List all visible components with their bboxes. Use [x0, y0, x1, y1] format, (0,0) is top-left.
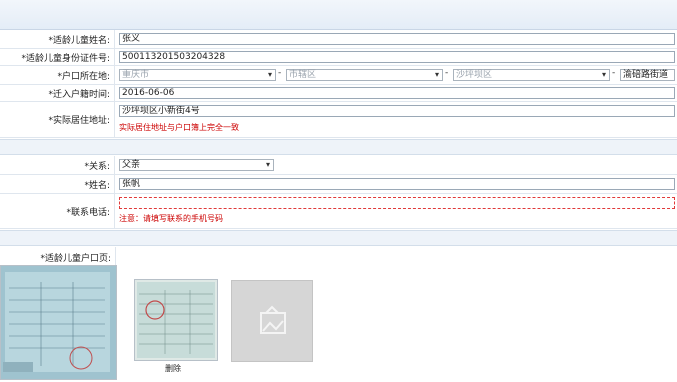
- hukou-street-value: 渝碚路街道: [623, 70, 669, 80]
- child-id-row: *适龄儿童身份证件号: 500113201503204328: [0, 49, 677, 66]
- address-label: *实际居住地址:: [0, 102, 115, 137]
- guardian-name-input[interactable]: 张帆: [119, 178, 675, 190]
- chevron-down-icon: ▾: [601, 70, 606, 79]
- child-name-row: *适龄儿童姓名: 张义: [0, 30, 677, 49]
- guardian-name-label: *姓名:: [0, 175, 115, 193]
- guardian-name-row: *姓名: 张帆: [0, 175, 677, 194]
- hukou-district-value: 市辖区: [289, 70, 317, 80]
- hukou-city-value: 重庆市: [122, 70, 150, 80]
- separator-dash: -: [445, 68, 449, 78]
- phone-hint: 注意：请填写联系的手机号码: [119, 214, 223, 223]
- phone-input[interactable]: [119, 197, 675, 209]
- uploaded-thumbnail[interactable]: [134, 279, 218, 361]
- hukou-label: *户口所在地:: [0, 66, 115, 84]
- child-name-label: *适龄儿童姓名:: [0, 30, 115, 48]
- document-thumbnail-icon: [137, 282, 215, 358]
- delete-link[interactable]: 删除: [165, 363, 181, 374]
- hukou-page-preview[interactable]: [0, 265, 117, 380]
- separator-dash: -: [278, 68, 282, 78]
- address-row: *实际居住地址: 沙坪坝区小新街4号 实际居住地址与户口簿上完全一致: [0, 102, 677, 138]
- movein-row: *迁入户籍时间: 2016-06-06: [0, 85, 677, 102]
- hukou-city-select[interactable]: 重庆市 ▾: [119, 69, 276, 81]
- chevron-down-icon: ▾: [267, 70, 272, 79]
- upload-row: *适龄儿童户口页: 删除: [0, 247, 677, 380]
- phone-label: *联系电话:: [0, 194, 115, 228]
- relation-value: 父亲: [122, 160, 141, 170]
- upload-placeholder[interactable]: [231, 280, 313, 362]
- relation-label: *关系:: [0, 156, 115, 174]
- relation-select[interactable]: 父亲 ▾: [119, 159, 274, 171]
- movein-label: *迁入户籍时间:: [0, 85, 115, 101]
- relation-row: *关系: 父亲 ▾: [0, 156, 677, 175]
- section-separator: [0, 139, 677, 155]
- chevron-down-icon: ▾: [434, 70, 439, 79]
- hukou-street-select[interactable]: 渝碚路街道: [620, 69, 675, 81]
- address-hint: 实际居住地址与户口簿上完全一致: [119, 123, 239, 132]
- separator-dash: -: [612, 68, 616, 78]
- header-bar: [0, 0, 677, 30]
- movein-date-input[interactable]: 2016-06-06: [119, 87, 675, 99]
- section-separator: [0, 230, 677, 246]
- hukou-row: *户口所在地: 重庆市 ▾ - 市辖区 ▾ - 沙坪坝区 ▾ - 渝碚路街道: [0, 66, 677, 85]
- hukou-district-select[interactable]: 市辖区 ▾: [286, 69, 443, 81]
- image-placeholder-icon: [260, 305, 286, 334]
- document-photo-icon: [1, 266, 116, 379]
- chevron-down-icon: ▾: [265, 160, 270, 169]
- hukou-area-select[interactable]: 沙坪坝区 ▾: [453, 69, 610, 81]
- child-id-input[interactable]: 500113201503204328: [119, 51, 675, 63]
- child-id-label: *适龄儿童身份证件号:: [0, 49, 115, 65]
- address-input[interactable]: 沙坪坝区小新街4号: [119, 105, 675, 117]
- hukou-area-value: 沙坪坝区: [456, 70, 493, 80]
- phone-row: *联系电话: 注意：请填写联系的手机号码: [0, 194, 677, 229]
- child-name-input[interactable]: 张义: [119, 33, 675, 45]
- upload-label: *适龄儿童户口页:: [40, 254, 111, 264]
